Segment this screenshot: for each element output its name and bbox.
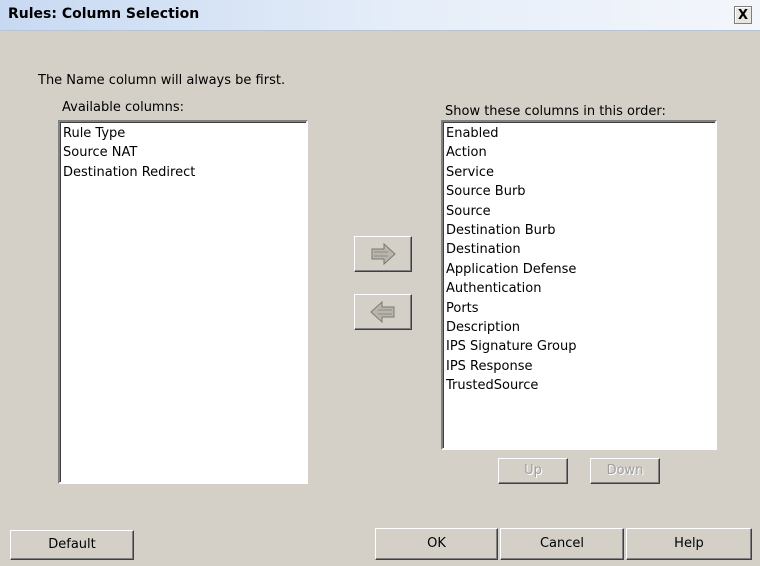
cancel-button[interactable]: Cancel [500, 528, 624, 560]
shown-column-item[interactable]: TrustedSource [446, 376, 712, 395]
shown-column-item[interactable]: Destination [446, 240, 712, 259]
shown-column-item[interactable]: Service [446, 163, 712, 182]
shown-columns-list[interactable]: Enabled Action Service Source Burb Source Des… [441, 120, 717, 450]
available-column-item[interactable]: Destination Redirect [63, 163, 303, 182]
remove-column-button[interactable] [354, 294, 412, 330]
add-column-button[interactable] [354, 236, 412, 272]
right-arrow-icon [371, 242, 396, 266]
move-down-button[interactable]: Down [590, 458, 660, 484]
available-column-item[interactable]: Source NAT [63, 143, 303, 162]
shown-column-item[interactable]: Source Burb [446, 182, 712, 201]
available-column-item[interactable]: Rule Type [63, 124, 303, 143]
shown-column-item[interactable]: Description [446, 318, 712, 337]
shown-column-item[interactable]: Ports [446, 299, 712, 318]
available-columns-label: Available columns: [62, 100, 184, 115]
ok-button[interactable]: OK [375, 528, 498, 560]
shown-column-item[interactable]: Authentication [446, 279, 712, 298]
move-up-button[interactable]: Up [498, 458, 568, 484]
available-columns-list[interactable]: Rule Type Source NAT Destination Redirect [58, 120, 308, 484]
shown-column-item[interactable]: Source [446, 202, 712, 221]
column-selection-dialog: Rules: Column Selection X The Name colum… [0, 0, 760, 566]
shown-columns-label: Show these columns in this order: [445, 104, 666, 119]
shown-column-item[interactable]: Application Defense [446, 260, 712, 279]
shown-column-item[interactable]: IPS Response [446, 357, 712, 376]
shown-column-item[interactable]: IPS Signature Group [446, 337, 712, 356]
default-button[interactable]: Default [10, 530, 134, 560]
help-button[interactable]: Help [626, 528, 752, 560]
shown-column-item[interactable]: Destination Burb [446, 221, 712, 240]
title-bar: Rules: Column Selection X [0, 0, 760, 31]
name-column-note: The Name column will always be first. [38, 73, 286, 88]
close-button[interactable]: X [734, 6, 752, 24]
left-arrow-icon [370, 300, 395, 324]
shown-column-item[interactable]: Action [446, 143, 712, 162]
shown-column-item[interactable]: Enabled [446, 124, 712, 143]
window-title: Rules: Column Selection [8, 6, 200, 22]
